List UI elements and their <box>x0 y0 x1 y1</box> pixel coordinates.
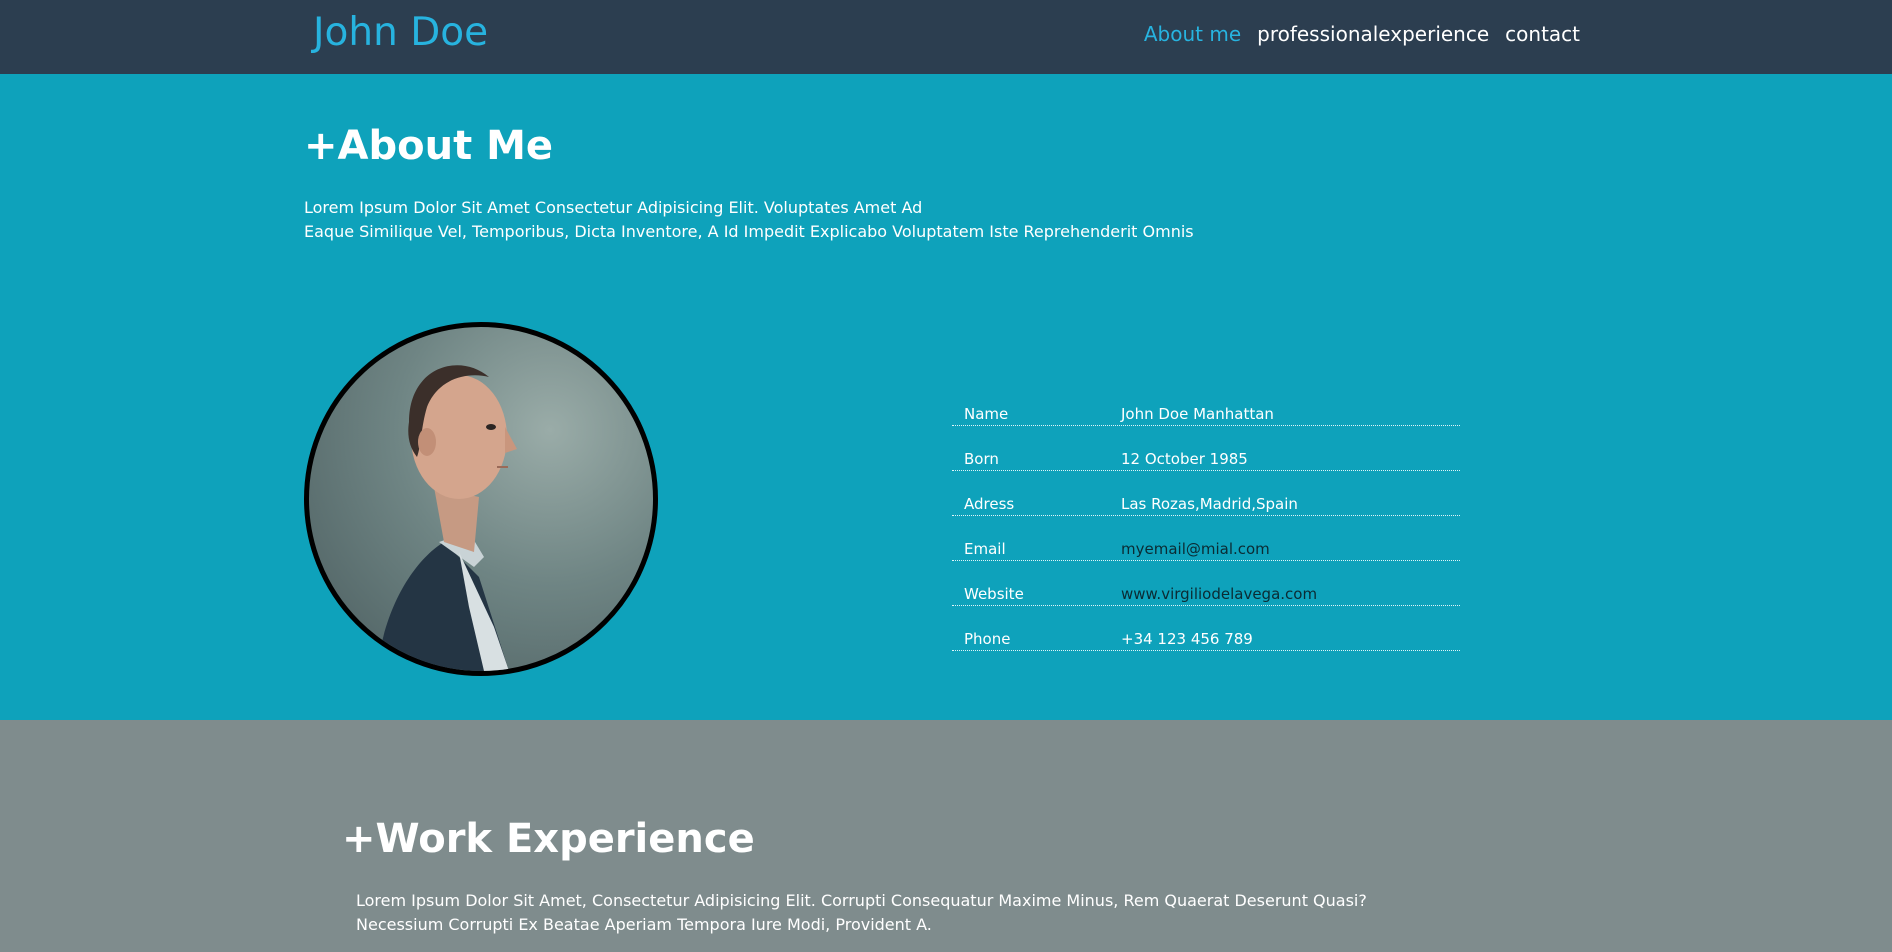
about-title: +About Me <box>304 123 554 169</box>
info-label: Born <box>964 450 999 468</box>
info-value: +34 123 456 789 <box>1121 630 1253 648</box>
profile-photo <box>304 322 658 676</box>
info-label: Name <box>964 405 1009 423</box>
info-value: 12 October 1985 <box>1121 450 1248 468</box>
personal-info-table: Name John Doe Manhattan Born 12 October … <box>952 381 1460 651</box>
info-label: Email <box>964 540 1006 558</box>
info-value: John Doe Manhattan <box>1121 405 1274 423</box>
about-intro: Lorem Ipsum Dolor Sit Amet Consectetur A… <box>304 196 1194 244</box>
work-intro: Lorem Ipsum Dolor Sit Amet, Consectetur … <box>356 889 1367 937</box>
info-row-phone: Phone +34 123 456 789 <box>952 606 1460 651</box>
email-link[interactable]: myemail@mial.com <box>1121 540 1270 560</box>
main-nav: About me professionalexperience contact <box>1144 22 1580 46</box>
work-title: +Work Experience <box>342 816 755 862</box>
nav-link-about-me[interactable]: About me <box>1144 22 1241 46</box>
info-row-name: Name John Doe Manhattan <box>952 381 1460 426</box>
info-row-born: Born 12 October 1985 <box>952 426 1460 471</box>
profile-portrait-illustration <box>369 365 517 671</box>
work-intro-line-1: Lorem Ipsum Dolor Sit Amet, Consectetur … <box>356 891 1367 910</box>
nav-link-professional-experience[interactable]: professionalexperience <box>1257 22 1489 46</box>
work-intro-line-2: Necessium Corrupti Ex Beatae Aperiam Tem… <box>356 915 932 934</box>
about-intro-line-1: Lorem Ipsum Dolor Sit Amet Consectetur A… <box>304 198 923 217</box>
info-label: Website <box>964 585 1024 603</box>
info-label: Phone <box>964 630 1011 648</box>
about-section: +About Me Lorem Ipsum Dolor Sit Amet Con… <box>0 74 1892 720</box>
brand-logo-link[interactable]: John Doe <box>313 10 488 55</box>
info-value: Las Rozas,Madrid,Spain <box>1121 495 1298 513</box>
about-intro-line-2: Eaque Similique Vel, Temporibus, Dicta I… <box>304 222 1194 241</box>
info-row-address: Adress Las Rozas,Madrid,Spain <box>952 471 1460 516</box>
info-row-email: Email myemail@mial.com <box>952 516 1460 561</box>
nav-link-contact[interactable]: contact <box>1505 22 1580 46</box>
website-link[interactable]: www.virgiliodelavega.com <box>1121 585 1317 605</box>
navbar: John Doe About me professionalexperience… <box>0 0 1892 74</box>
info-label: Adress <box>964 495 1015 513</box>
info-row-website: Website www.virgiliodelavega.com <box>952 561 1460 606</box>
